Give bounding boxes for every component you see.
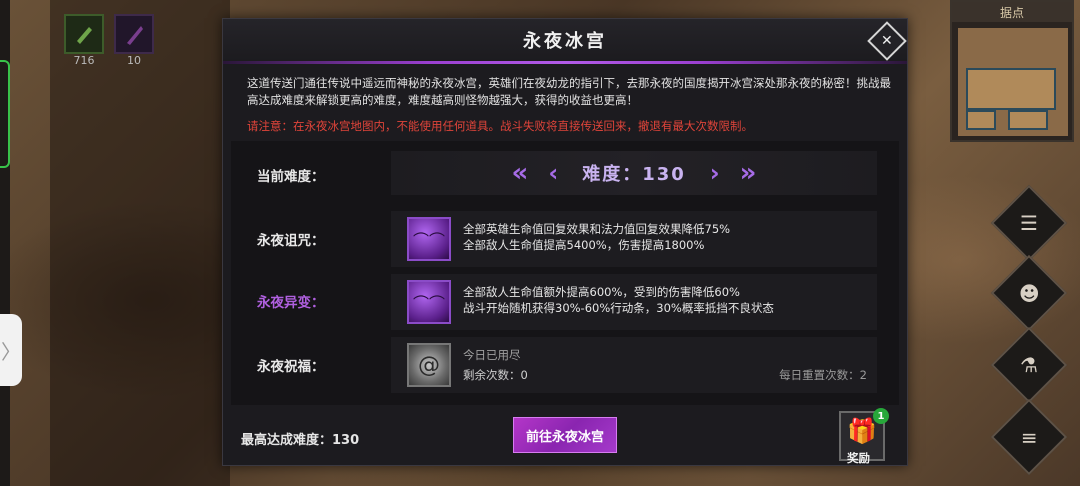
mutation-row: ⌒⌒ 全部敌人生命值额外提高600%，受到的伤害降低60% 战斗开始随机获得30… <box>391 274 877 330</box>
difficulty-selector: « ‹ 难度：130 › » <box>391 151 877 195</box>
blessing-status: 今日已用尽 剩余次数：0 <box>463 347 528 383</box>
close-icon: ✕ <box>881 32 893 49</box>
blessing-used-text: 今日已用尽 <box>463 348 521 362</box>
item-slot-green-count: 716 <box>73 54 95 67</box>
background-shadow <box>50 0 230 486</box>
enter-ice-palace-button[interactable]: 前往永夜冰宫 <box>513 417 617 453</box>
curse-effect: 全部英雄生命值回复效果和法力值回复效果降低75% 全部敌人生命值提高5400%，… <box>463 221 730 253</box>
difficulty-prev-fast-button[interactable]: « <box>512 158 529 188</box>
difficulty-panel: 当前难度： « ‹ 难度：130 › » 永夜诅咒： ⌒⌒ 全部英雄生命值回复效… <box>231 141 899 405</box>
minimap-title: 据点 <box>952 2 1072 22</box>
header-divider <box>223 61 907 64</box>
minimap[interactable]: 据点 <box>950 0 1074 142</box>
gift-icon: 🎁 <box>847 417 877 445</box>
reward-notification-badge: 1 <box>873 408 889 424</box>
potion-icon <box>77 27 92 44</box>
curse-label: 永夜诅咒： <box>257 233 325 249</box>
dialog-description: 这道传送门通往传说中遥远而神秘的永夜冰宫，英雄们在夜幼龙的指引下，去那永夜的国度… <box>247 76 891 107</box>
item-slot-green[interactable] <box>64 14 104 54</box>
vortex-icon[interactable]: @ <box>407 343 451 387</box>
feather-icon <box>127 26 143 45</box>
list-icon: ≡ <box>1020 424 1038 449</box>
item-slot-purple[interactable] <box>114 14 154 54</box>
left-status-bracket <box>0 60 10 168</box>
blessing-label: 永夜祝福： <box>257 359 325 375</box>
dialog-header: 永夜冰宫 <box>223 19 907 61</box>
side-drawer-handle[interactable]: 〉 <box>0 314 22 386</box>
difficulty-next-button[interactable]: › <box>710 159 720 187</box>
chevron-right-icon: 〉 <box>1 339 21 364</box>
blessing-row: @ 今日已用尽 剩余次数：0 每日重置次数：2 <box>391 337 877 393</box>
difficulty-next-fast-button[interactable]: » <box>740 158 757 188</box>
reward-label: 奖励 <box>847 451 870 465</box>
team-icon: ☻ <box>1018 280 1040 305</box>
minimap-room <box>966 110 996 130</box>
dialog-title: 永夜冰宫 <box>523 31 607 52</box>
mutation-effect-line: 全部敌人生命值额外提高600%，受到的伤害降低60% <box>463 285 740 299</box>
item-slot-purple-count: 10 <box>127 54 141 67</box>
flask-icon: ⚗ <box>1020 353 1038 377</box>
minimap-map <box>958 28 1068 136</box>
minimap-room <box>1008 110 1048 130</box>
minimap-room <box>966 68 1056 110</box>
scroll-icon: ☰ <box>1020 211 1038 235</box>
blessing-reset-count: 每日重置次数：2 <box>779 368 867 382</box>
curse-effect-line: 全部敌人生命值提高5400%，伤害提高1800% <box>463 238 705 252</box>
best-difficulty: 最高达成难度：130 <box>241 433 360 448</box>
ice-palace-dialog: 永夜冰宫 ✕ 这道传送门通往传说中遥远而神秘的永夜冰宫，英雄们在夜幼龙的指引下，… <box>222 18 908 466</box>
curse-row: ⌒⌒ 全部英雄生命值回复效果和法力值回复效果降低75% 全部敌人生命值提高540… <box>391 211 877 267</box>
mutation-effect: 全部敌人生命值额外提高600%，受到的伤害降低60% 战斗开始随机获得30%-6… <box>463 284 774 316</box>
curse-bats-icon[interactable]: ⌒⌒ <box>407 217 451 261</box>
mutation-bats-icon[interactable]: ⌒⌒ <box>407 280 451 324</box>
difficulty-prev-button[interactable]: ‹ <box>548 159 558 187</box>
difficulty-value: 难度：130 <box>582 164 686 185</box>
blessing-remaining: 剩余次数：0 <box>463 368 528 382</box>
mutation-label: 永夜异变： <box>257 295 325 311</box>
curse-effect-line: 全部英雄生命值回复效果和法力值回复效果降低75% <box>463 222 731 236</box>
mutation-effect-line: 战斗开始随机获得30%-60%行动条，30%概率抵挡不良状态 <box>463 301 774 315</box>
difficulty-label: 当前难度： <box>257 169 325 185</box>
dialog-warning: 请注意：在永夜冰宫地图内，不能使用任何道具。战斗失败将直接传送回来，撤退有最大次… <box>247 119 753 133</box>
